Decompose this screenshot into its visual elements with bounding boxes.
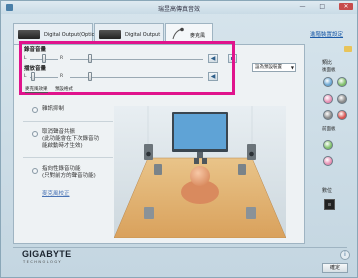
divider [23,121,113,122]
audio-jack[interactable] [337,77,347,87]
default-device-label: 設為預設裝置 [255,65,282,70]
echo-cancellation-radio[interactable] [32,131,38,137]
tab-default-format[interactable]: 預設格式 [55,87,73,92]
gigabyte-logo-subtitle: TECHNOLOGY [23,260,63,264]
audio-jack[interactable] [337,94,347,104]
close-button[interactable]: ✕ [339,3,353,10]
tab-label: Digital Output(Optical) [44,32,101,38]
audio-jack[interactable] [323,140,333,150]
minimize-button[interactable]: — [299,3,311,10]
audio-jack[interactable] [323,94,333,104]
beamforming-label: 指向性錄音功能 (只對前方的聲音功能) [42,166,96,179]
noise-suppression-radio[interactable] [32,107,38,113]
audio-jack[interactable] [337,110,347,120]
info-button[interactable]: i [340,250,350,260]
gigabyte-logo: GIGABYTE [22,249,72,259]
default-device-dropdown[interactable]: 設為預設裝置 ▼ [252,63,296,72]
effect-tabs: 麥克風效果 預設格式 [25,86,79,93]
maximize-button[interactable]: □ [319,3,331,10]
window-controls: — □ ✕ [299,3,353,10]
digital-port-icon[interactable] [324,199,335,210]
audio-manager-window: 瑞昱高傳真音效 — □ ✕ Digital Output(Optical) Di… [0,0,358,278]
digital-device-icon [99,30,121,39]
analog-title: 類比 [322,60,333,66]
chevron-down-icon: ▼ [290,65,294,70]
folder-icon[interactable] [344,46,352,52]
divider [23,157,113,158]
beamforming-radio[interactable] [32,168,38,174]
title-bar: 瑞昱高傳真音效 — □ ✕ [1,1,357,14]
noise-suppression-label: 雜訊抑制 [42,106,65,112]
front-panel-label: 前面板 [322,127,336,132]
audio-jack[interactable] [323,77,333,87]
advanced-device-settings-link[interactable]: 進階裝置設定 [310,30,343,38]
digital-label: 數位 [322,188,333,194]
microphone-icon [172,27,184,40]
footer-divider [13,247,347,248]
mic-calibration-link[interactable]: 麥克風校正 [42,189,70,197]
room-scene-illustration [114,106,286,238]
echo-cancellation-label: 取消聲音共振 (此功能會在下次錄音功 能啟動時才生效) [42,129,100,149]
rear-panel-label: 後面板 [322,68,336,73]
ok-button[interactable]: 確定 [322,263,348,273]
audio-jack[interactable] [323,110,333,120]
tab-label: 麥克風 [190,33,206,39]
audio-jack[interactable] [323,156,333,166]
info-icon: i [344,251,346,258]
tab-label: Digital Output [125,32,161,38]
optical-device-icon [18,30,40,39]
tab-mic-effects[interactable]: 麥克風效果 [25,87,48,93]
